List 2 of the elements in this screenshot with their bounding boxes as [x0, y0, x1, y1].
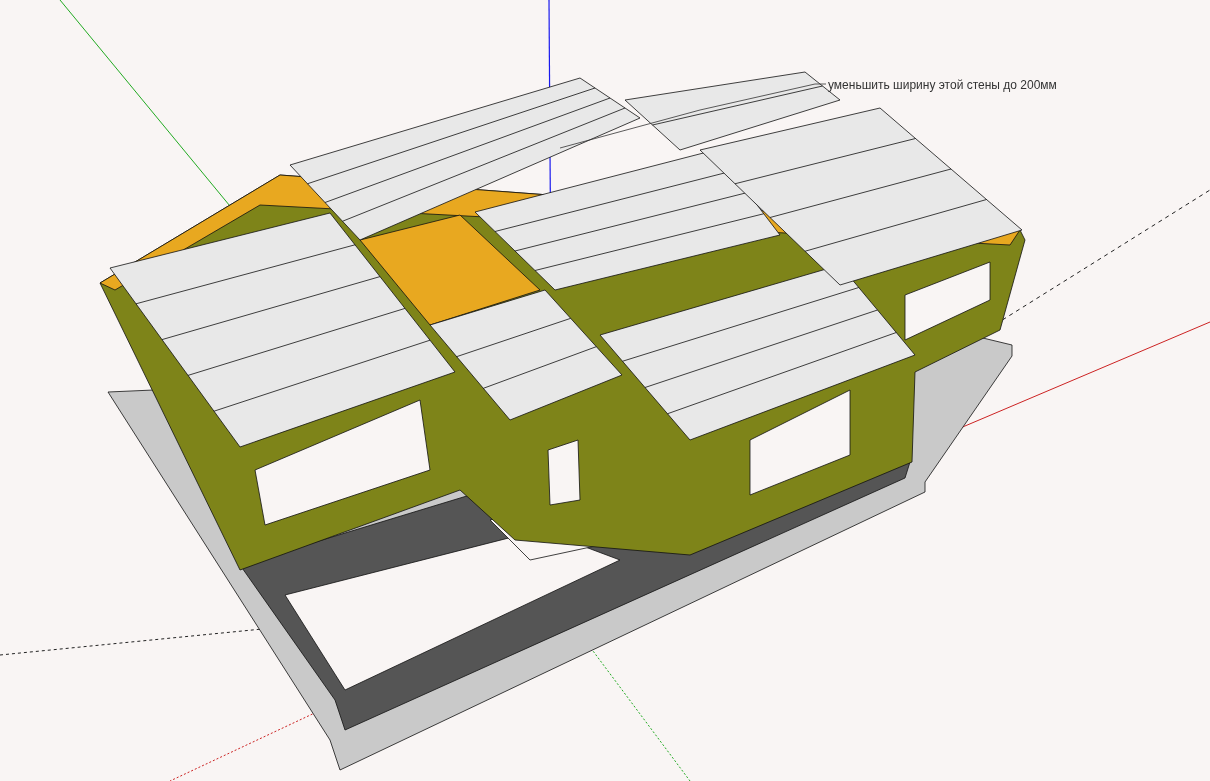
annotation-label: уменьшить ширину этой стены до 200мм [828, 78, 1057, 92]
model-viewport[interactable]: уменьшить ширину этой стены до 200мм [0, 0, 1210, 781]
